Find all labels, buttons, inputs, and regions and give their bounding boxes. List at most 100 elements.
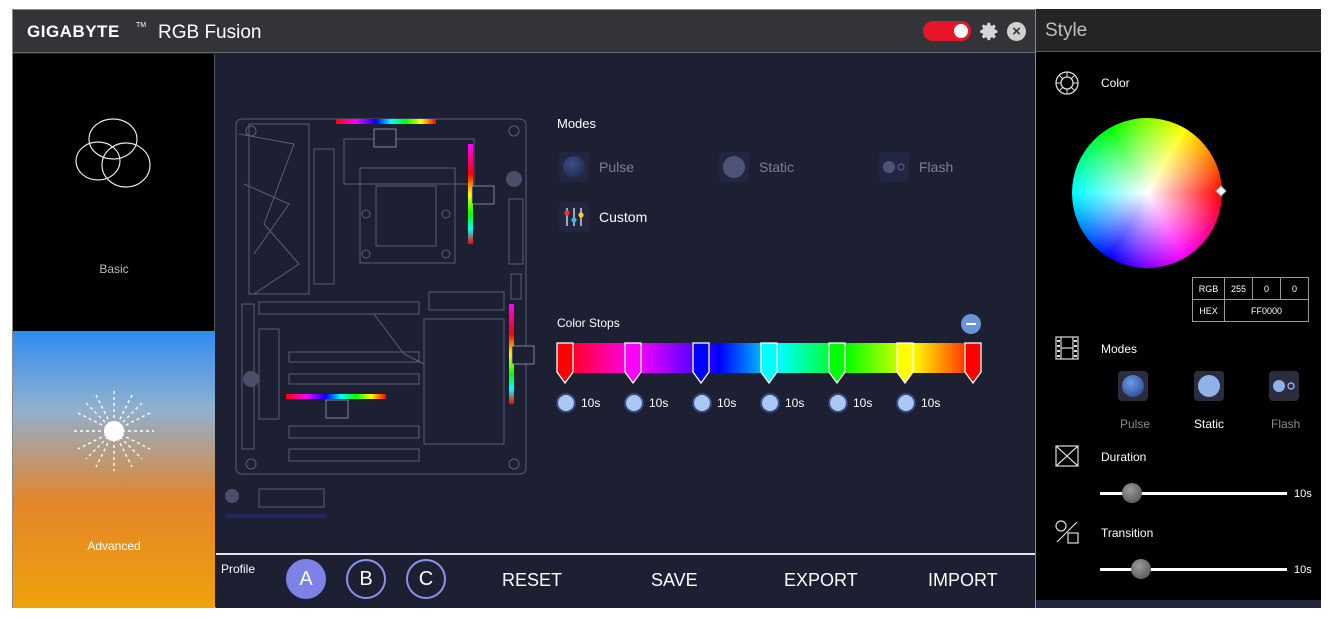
flash-icon <box>879 152 909 182</box>
stop-dot-icon <box>828 393 848 413</box>
motherboard-diagram <box>225 118 535 518</box>
import-button[interactable]: IMPORT <box>928 570 998 591</box>
flash-icon <box>1273 380 1295 392</box>
mode-static[interactable]: Static <box>719 152 794 182</box>
profile-label: Profile <box>221 562 256 576</box>
stop-dot-icon <box>760 393 780 413</box>
bottom-bar: Profile A B C RESET SAVE EXPORT IMPORT <box>216 553 1035 608</box>
stop-dot-icon <box>896 393 916 413</box>
color-stops-label: Color Stops <box>557 316 620 330</box>
style-panel: Style Color RGB 255 0 0 HEX FF0000 Modes… <box>1036 9 1321 608</box>
save-button[interactable]: SAVE <box>651 570 698 591</box>
hex-field[interactable]: FF0000 <box>1224 299 1309 322</box>
color-stop-marker[interactable] <box>624 342 642 384</box>
color-values-table: RGB 255 0 0 HEX FF0000 <box>1192 277 1309 322</box>
static-icon <box>719 152 749 182</box>
stop-time-label: 10s <box>785 396 805 410</box>
profile-a-button[interactable]: A <box>286 559 326 599</box>
profile-b-button[interactable]: B <box>346 559 386 599</box>
duration-label: Duration <box>1101 450 1147 464</box>
advanced-burst-icon <box>74 391 154 471</box>
nav-advanced[interactable]: Advanced <box>13 331 215 608</box>
mode-flash[interactable]: Flash <box>879 152 953 182</box>
power-toggle[interactable] <box>923 21 971 41</box>
color-ring-icon <box>1055 71 1079 95</box>
mode-pulse[interactable]: Pulse <box>559 152 634 182</box>
transition-label: Transition <box>1101 526 1154 540</box>
color-stop-time[interactable]: 10s <box>556 393 600 413</box>
color-label: Color <box>1101 76 1130 90</box>
toggle-knob <box>954 24 968 38</box>
stop-time-label: 10s <box>853 396 873 410</box>
title-bar: GIGABYTE TM RGB Fusion × <box>13 10 1035 53</box>
mode-static-label: Static <box>759 159 795 175</box>
color-stop-marker[interactable] <box>556 342 574 384</box>
brand-logo: GIGABYTE <box>27 22 120 41</box>
profile-c-button[interactable]: C <box>406 559 446 599</box>
rgb-red-field[interactable]: 255 <box>1224 277 1253 300</box>
color-stop-time[interactable]: 10s <box>760 393 804 413</box>
reset-button[interactable]: RESET <box>502 570 562 591</box>
remove-stop-button[interactable] <box>961 314 981 334</box>
rgb-blue-field[interactable]: 0 <box>1280 277 1309 300</box>
mode-pulse-label: Pulse <box>599 159 635 175</box>
transition-value: 10s <box>1294 564 1312 576</box>
style-modes-label: Modes <box>1101 342 1138 356</box>
style-mode-flash-label: Flash <box>1271 417 1301 431</box>
hourglass-icon <box>1055 445 1079 467</box>
stop-time-label: 10s <box>717 396 737 410</box>
export-button[interactable]: EXPORT <box>784 570 858 591</box>
stop-time-label: 10s <box>581 396 601 410</box>
stop-dot-icon <box>692 393 712 413</box>
color-stop-marker[interactable] <box>760 342 778 384</box>
static-icon <box>1198 375 1220 397</box>
color-stop-marker[interactable] <box>692 342 710 384</box>
nav-basic[interactable]: Basic <box>13 54 215 331</box>
pulse-icon <box>559 152 589 182</box>
stop-time-label: 10s <box>921 396 941 410</box>
basic-circles-icon <box>75 118 151 188</box>
style-mode-flash[interactable] <box>1269 371 1299 401</box>
duration-slider-knob[interactable] <box>1121 483 1142 503</box>
gear-icon[interactable] <box>979 21 1000 42</box>
duration-value: 10s <box>1294 488 1312 500</box>
transition-icon <box>1055 520 1079 544</box>
stop-dot-icon <box>556 393 576 413</box>
hex-label: HEX <box>1192 299 1225 322</box>
mode-flash-label: Flash <box>919 159 954 175</box>
stop-dot-icon <box>624 393 644 413</box>
color-stop-marker[interactable] <box>828 342 846 384</box>
color-stop-time[interactable]: 10s <box>692 393 736 413</box>
style-footer <box>1036 600 1321 608</box>
app-title: RGB Fusion <box>158 22 262 43</box>
rgb-label: RGB <box>1192 277 1225 300</box>
style-mode-static-label: Static <box>1194 417 1225 431</box>
film-strip-icon <box>1055 336 1079 360</box>
rgb-green-field[interactable]: 0 <box>1252 277 1281 300</box>
nav-advanced-label: Advanced <box>87 539 141 553</box>
style-mode-pulse-label: Pulse <box>1120 417 1151 431</box>
modes-label: Modes <box>557 116 597 131</box>
color-stop-time[interactable]: 10s <box>624 393 668 413</box>
mode-custom[interactable]: Custom <box>559 202 647 232</box>
custom-sliders-icon <box>559 202 589 232</box>
color-stop-marker[interactable] <box>896 342 914 384</box>
main-window: GIGABYTE TM RGB Fusion × Basic Advanced … <box>12 9 1036 608</box>
trademark: TM <box>136 22 147 29</box>
color-stop-marker[interactable] <box>964 342 982 384</box>
style-mode-pulse[interactable] <box>1118 371 1148 401</box>
style-header: Style <box>1036 9 1321 52</box>
transition-slider-knob[interactable] <box>1131 559 1152 579</box>
stop-time-label: 10s <box>649 396 669 410</box>
pulse-icon <box>1122 375 1144 397</box>
style-title: Style <box>1045 20 1088 41</box>
style-mode-static[interactable] <box>1194 371 1224 401</box>
nav-basic-label: Basic <box>99 262 129 276</box>
color-wheel[interactable] <box>1072 118 1222 268</box>
transition-slider-track[interactable] <box>1100 568 1287 571</box>
color-stop-time[interactable]: 10s <box>896 393 940 413</box>
close-icon[interactable]: × <box>1007 22 1026 41</box>
content-area: Modes Pulse Static Flash Custom Color St… <box>216 54 1035 554</box>
color-stop-time[interactable]: 10s <box>828 393 872 413</box>
mode-custom-label: Custom <box>599 209 648 225</box>
